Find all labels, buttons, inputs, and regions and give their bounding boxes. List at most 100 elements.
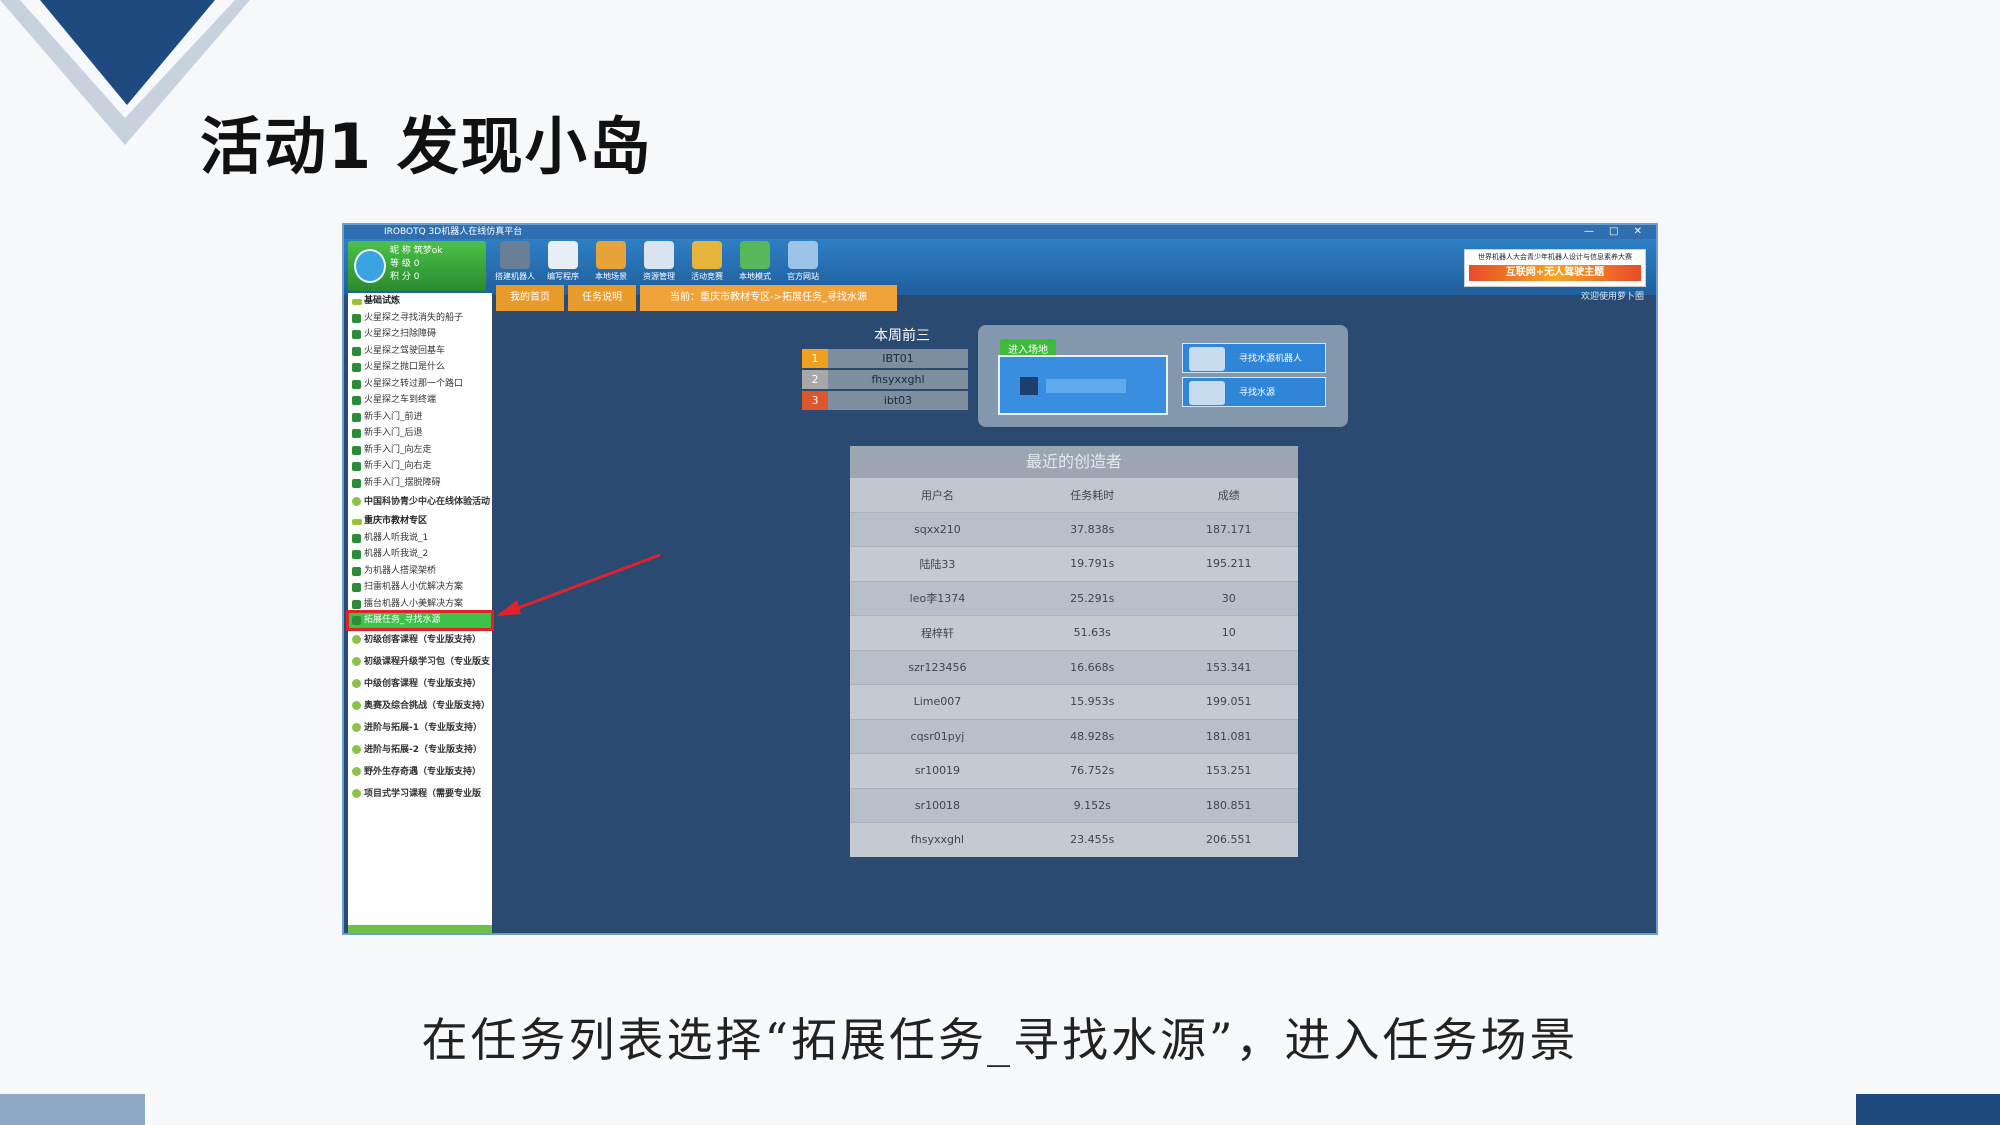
table-cell: sr10018	[850, 787, 1025, 823]
rank-number: 1	[802, 349, 828, 368]
app-titlebar: IROBOTQ 3D机器人在线仿真平台 — □ ✕	[344, 225, 1656, 239]
task-item[interactable]: 扫雷机器人小优解决方案	[348, 579, 492, 596]
task-item[interactable]: 重庆市教材专区	[348, 513, 492, 530]
task-item[interactable]: 火星探之车到终端	[348, 392, 492, 409]
footer-bar-left	[0, 1094, 145, 1125]
table-cell: 程梓轩	[850, 615, 1025, 650]
window-controls[interactable]: — □ ✕	[1584, 225, 1648, 239]
choice-scene[interactable]: 寻找水源	[1182, 377, 1326, 407]
recent-creators-panel: 最近的创造者 用户名 任务耗时 成绩 sqxx210 37.838s 187.171 陆陆…	[850, 446, 1298, 857]
task-sidebar: 基础试炼 火星探之寻找消失的船子 火星探之扫除障碍 火星探之驾驶回基车 火星探之抛口是什…	[346, 293, 494, 933]
table-cell: fhsyxxghl	[850, 822, 1025, 857]
choice-robot-label: 寻找水源机器人	[1239, 354, 1303, 364]
ranking-row: 1 IBT01	[802, 349, 968, 368]
table-row: 陆陆33 19.791s 195.211	[850, 546, 1298, 581]
column-header: 任务耗时	[1024, 478, 1160, 512]
table-header: 用户名 任务耗时 成绩	[850, 478, 1298, 512]
table-cell: leo李1374	[850, 580, 1025, 616]
toolbar-button-4[interactable]: 活动竞赛	[686, 241, 728, 282]
rank-username: fhsyxxghl	[828, 370, 968, 389]
table-row: szr123456 16.668s 153.341	[850, 649, 1298, 685]
table-cell: 37.838s	[1024, 511, 1160, 547]
ranking-row: 3 ibt03	[802, 391, 968, 410]
task-item[interactable]: 火星探之驾驶回基车	[348, 343, 492, 360]
preview-bar	[1046, 379, 1126, 393]
task-item[interactable]: 新手入门_向左走	[348, 442, 492, 459]
table-cell: 15.953s	[1024, 684, 1160, 719]
avatar[interactable]	[354, 249, 386, 283]
task-item[interactable]: 项目式学习课程（需要专业版	[348, 783, 492, 805]
column-header: 用户名	[850, 478, 1025, 512]
task-item[interactable]: 中国科协青少中心在线体验活动	[348, 491, 492, 513]
task-list: 基础试炼 火星探之寻找消失的船子 火星探之扫除障碍 火星探之驾驶回基车 火星探之抛口是什…	[346, 293, 494, 805]
banner-ad[interactable]: 世界机器人大会青少年机器人设计与信息素养大赛 互联网+无人驾驶主题	[1464, 249, 1646, 287]
toolbar-button-2[interactable]: 本地场景	[590, 241, 632, 282]
task-item-selected[interactable]: 拓展任务_寻找水源	[346, 610, 494, 631]
toolbar-button-6[interactable]: 官方网站	[782, 241, 824, 282]
welcome-text: 欢迎使用萝卜圈	[1580, 292, 1644, 302]
task-item[interactable]: 新手入门_向右走	[348, 458, 492, 475]
toolbar-button-5[interactable]: 本地模式	[734, 241, 776, 282]
scene-preview[interactable]	[998, 355, 1168, 415]
table-cell: 10	[1159, 615, 1298, 650]
table-cell: 153.251	[1159, 753, 1298, 788]
task-item[interactable]: 新手入门_摆脱障碍	[348, 475, 492, 492]
table-cell: 48.928s	[1024, 718, 1160, 754]
table-cell: 16.668s	[1024, 649, 1160, 685]
enter-panel: 进入场地 寻找水源机器人 寻找水源	[978, 325, 1348, 427]
task-item[interactable]: 进阶与拓展-1（专业版支持）	[348, 717, 492, 739]
monitor-icon	[788, 241, 818, 269]
tent-icon	[596, 241, 626, 269]
rank-number: 3	[802, 391, 828, 410]
task-item[interactable]: 火星探之转过那一个路口	[348, 376, 492, 393]
tab-0[interactable]: 我的首页	[496, 285, 564, 311]
table-cell: 19.791s	[1024, 546, 1160, 581]
table-cell: 187.171	[1159, 511, 1298, 547]
table-row: Lime007 15.953s 199.051	[850, 684, 1298, 719]
sidebar-footer	[348, 925, 492, 933]
task-item[interactable]: 野外生存奇遇（专业版支持）	[348, 761, 492, 783]
task-item[interactable]: 新手入门_前进	[348, 409, 492, 426]
creators-table: 用户名 任务耗时 成绩 sqxx210 37.838s 187.171 陆陆33 19.79…	[850, 478, 1298, 857]
task-item[interactable]: 新手入门_后退	[348, 425, 492, 442]
user-info-row: 积 分 0	[390, 272, 420, 282]
ranking-row: 2 fhsyxxghl	[802, 370, 968, 389]
toolbar-button-label: 编写程序	[547, 272, 579, 281]
rank-username: IBT01	[828, 349, 968, 368]
task-item[interactable]: 机器人听我说_2	[348, 546, 492, 563]
task-item[interactable]: 初级课程升级学习包（专业版支	[348, 651, 492, 673]
toolbar-button-3[interactable]: 资源管理	[638, 241, 680, 282]
user-panel: 昵 称 筑梦ok 等 级 0 积 分 0	[348, 241, 486, 291]
table-row: sr10019 76.752s 153.251	[850, 753, 1298, 788]
slide-title: 活动1 发现小岛	[200, 110, 653, 183]
task-item[interactable]: 中级创客课程（专业版支持）	[348, 673, 492, 695]
robot-icon	[1189, 347, 1225, 371]
task-item[interactable]: 为机器人搭梁架桥	[348, 563, 492, 580]
table-row: 程梓轩 51.63s 10	[850, 615, 1298, 650]
task-item[interactable]: 火星探之寻找消失的船子	[348, 310, 492, 327]
task-item[interactable]: 进阶与拓展-2（专业版支持）	[348, 739, 492, 761]
choice-robot[interactable]: 寻找水源机器人	[1182, 343, 1326, 373]
task-item[interactable]: 基础试炼	[348, 293, 492, 310]
task-item[interactable]: 火星探之抛口是什么	[348, 359, 492, 376]
task-item[interactable]: 擂台机器人小美解决方案	[348, 596, 492, 613]
toolbar-button-0[interactable]: 搭建机器人	[494, 241, 536, 282]
task-item[interactable]: 初级创客课程（专业版支持）	[348, 629, 492, 651]
notepad-icon	[548, 241, 578, 269]
footer-bar-right	[1856, 1094, 2000, 1125]
table-row: cqsr01pyj 48.928s 181.081	[850, 718, 1298, 754]
globe-icon	[740, 241, 770, 269]
table-cell: 76.752s	[1024, 753, 1160, 788]
banner-top-text: 世界机器人大会青少年机器人设计与信息素养大赛	[1478, 253, 1632, 261]
choice-scene-label: 寻找水源	[1239, 388, 1276, 398]
books-icon	[644, 241, 674, 269]
toolbar-button-1[interactable]: 编写程序	[542, 241, 584, 282]
toolbar-button-label: 活动竞赛	[691, 272, 723, 281]
toolbar-button-label: 官方网站	[787, 272, 819, 281]
current-location-tab: 当前：重庆市教材专区->拓展任务_寻找水源	[640, 285, 897, 311]
task-item[interactable]: 火星探之扫除障碍	[348, 326, 492, 343]
task-item[interactable]: 奥赛及综合挑战（专业版支持）	[348, 695, 492, 717]
table-cell: cqsr01pyj	[850, 718, 1025, 754]
task-item[interactable]: 机器人听我说_1	[348, 530, 492, 547]
tab-1[interactable]: 任务说明	[568, 285, 636, 311]
